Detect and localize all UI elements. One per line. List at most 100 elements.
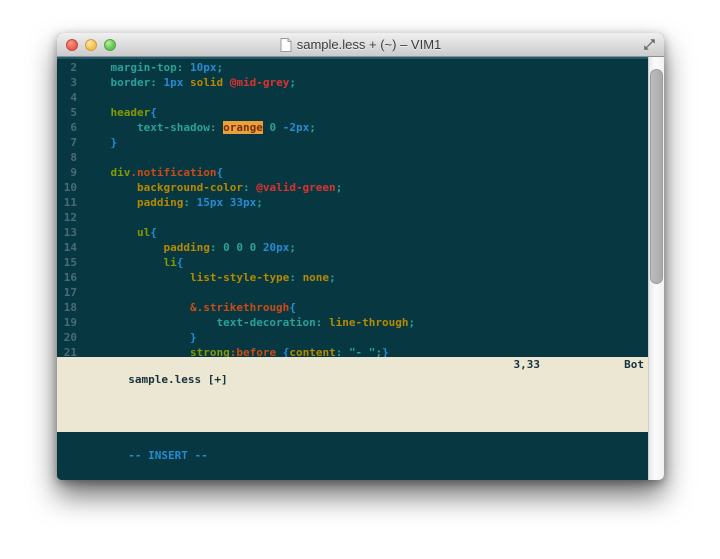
code-token: ; <box>216 61 223 74</box>
scrollbar-thumb[interactable] <box>650 69 663 284</box>
code-line[interactable]: 11 padding: 15px 33px; <box>57 195 648 210</box>
code-token: content <box>289 346 335 357</box>
code-token: text-decoration <box>216 316 315 329</box>
code-token <box>157 76 164 89</box>
code-token: 10px <box>190 61 217 74</box>
code-token: @valid-green <box>256 181 335 194</box>
code-line[interactable]: 7 } <box>57 135 648 150</box>
code-token: : <box>289 271 296 284</box>
line-number: 2 <box>57 60 84 75</box>
line-number: 17 <box>57 285 84 300</box>
code-token <box>223 76 230 89</box>
vim-window: sample.less + (~) – VIM1 2 margin-top: 1… <box>57 33 664 480</box>
code-token <box>183 76 190 89</box>
code-token: } <box>382 346 389 357</box>
code-token <box>84 226 137 239</box>
window-content: 2 margin-top: 10px;3 border: 1px solid @… <box>57 57 664 480</box>
code-token: ; <box>329 271 336 284</box>
line-number: 16 <box>57 270 84 285</box>
code-line[interactable]: 6 text-shadow: orange 0 -2px; <box>57 120 648 135</box>
code-line[interactable]: 15 li{ <box>57 255 648 270</box>
code-area[interactable]: 2 margin-top: 10px;3 border: 1px solid @… <box>57 57 648 357</box>
code-line[interactable]: 13 ul{ <box>57 225 648 240</box>
window-titlebar[interactable]: sample.less + (~) – VIM1 <box>57 33 664 57</box>
code-line[interactable]: 3 border: 1px solid @mid-grey; <box>57 75 648 90</box>
code-line[interactable]: 12 <box>57 210 648 225</box>
line-number: 3 <box>57 75 84 90</box>
code-token: div <box>111 166 131 179</box>
code-token: 15px <box>197 196 224 209</box>
code-line[interactable]: 21 strong:before {content: "- ";} <box>57 345 648 357</box>
code-line[interactable]: 9 div.notification{ <box>57 165 648 180</box>
code-token <box>342 346 349 357</box>
code-token <box>84 331 190 344</box>
code-token: : <box>150 76 157 89</box>
code-token: : <box>243 181 250 194</box>
code-token <box>84 196 137 209</box>
code-line[interactable]: 14 padding: 0 0 0 20px; <box>57 240 648 255</box>
code-token: li <box>163 256 176 269</box>
window-title-text: sample.less + (~) – VIM1 <box>297 37 442 52</box>
code-token: : <box>183 196 190 209</box>
code-token: line-through <box>329 316 408 329</box>
code-token <box>84 346 190 357</box>
code-line[interactable]: 2 margin-top: 10px; <box>57 60 648 75</box>
code-token <box>84 121 137 134</box>
line-number: 7 <box>57 135 84 150</box>
code-token: -2px <box>283 121 310 134</box>
code-token <box>84 166 111 179</box>
line-number: 4 <box>57 90 84 105</box>
status-bar: sample.less [+] 3,33 Bot <box>57 357 648 432</box>
editor-pane: 2 margin-top: 10px;3 border: 1px solid @… <box>57 57 648 480</box>
code-token <box>84 76 111 89</box>
code-token <box>84 136 111 149</box>
code-line[interactable]: 17 <box>57 285 648 300</box>
minimize-button[interactable] <box>85 39 97 51</box>
code-token: header <box>111 106 151 119</box>
code-line[interactable]: 16 list-style-type: none; <box>57 270 648 285</box>
code-line[interactable]: 4 <box>57 90 648 105</box>
code-token: } <box>190 331 197 344</box>
code-token: ; <box>289 76 296 89</box>
code-token: @mid-grey <box>230 76 290 89</box>
code-line[interactable]: 20 } <box>57 330 648 345</box>
code-token: none <box>303 271 330 284</box>
code-token: padding <box>137 196 183 209</box>
code-token: ; <box>256 196 263 209</box>
code-token: border <box>111 76 151 89</box>
code-token: ul <box>137 226 150 239</box>
code-token: text-shadow <box>137 121 210 134</box>
code-line[interactable]: 18 &.strikethrough{ <box>57 300 648 315</box>
code-token <box>84 316 216 329</box>
zoom-button[interactable] <box>104 39 116 51</box>
code-token: { <box>177 256 184 269</box>
code-token <box>296 271 303 284</box>
line-number: 19 <box>57 315 84 330</box>
line-number: 12 <box>57 210 84 225</box>
code-token <box>223 196 230 209</box>
code-token: 20px <box>263 241 290 254</box>
scrollbar-track[interactable] <box>648 57 664 480</box>
code-token <box>276 121 283 134</box>
code-token: { <box>150 106 157 119</box>
code-token <box>84 106 111 119</box>
line-number: 20 <box>57 330 84 345</box>
code-token: 1px <box>164 76 184 89</box>
code-token: { <box>216 166 223 179</box>
fullscreen-icon[interactable] <box>643 38 656 51</box>
code-token <box>84 256 163 269</box>
line-number: 14 <box>57 240 84 255</box>
code-token: margin-top <box>111 61 177 74</box>
code-line[interactable]: 8 <box>57 150 648 165</box>
code-line[interactable]: 19 text-decoration: line-through; <box>57 315 648 330</box>
code-token: .notification <box>130 166 216 179</box>
code-token <box>256 241 263 254</box>
code-token: 33px <box>230 196 257 209</box>
code-token: strong <box>190 346 230 357</box>
line-number: 11 <box>57 195 84 210</box>
line-number: 5 <box>57 105 84 120</box>
code-line[interactable]: 10 background-color: @valid-green; <box>57 180 648 195</box>
close-button[interactable] <box>66 39 78 51</box>
mode-indicator: -- INSERT -- <box>128 449 207 462</box>
code-line[interactable]: 5 header{ <box>57 105 648 120</box>
